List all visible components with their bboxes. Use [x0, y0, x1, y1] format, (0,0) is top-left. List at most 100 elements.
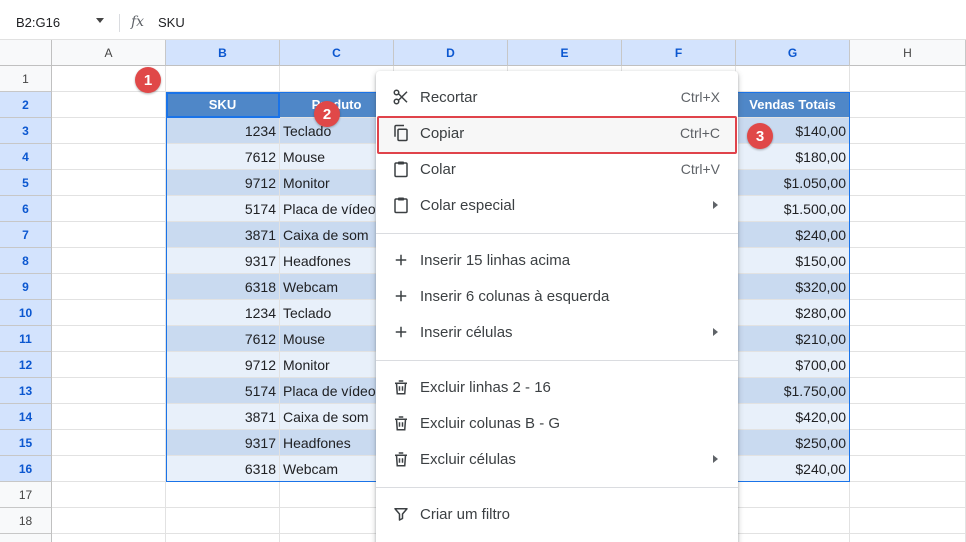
cell[interactable]: [850, 378, 966, 404]
formula-input[interactable]: SKU: [158, 15, 185, 30]
row-header-5[interactable]: 5: [0, 170, 52, 196]
vendas-cell[interactable]: $320,00: [736, 274, 850, 300]
menu-item-inserir-15-linhas-acima[interactable]: Inserir 15 linhas acima: [376, 242, 738, 278]
cell[interactable]: [52, 170, 166, 196]
cell[interactable]: [52, 248, 166, 274]
cell[interactable]: [850, 118, 966, 144]
sku-cell[interactable]: 3871: [166, 404, 280, 430]
cell[interactable]: [850, 170, 966, 196]
vendas-cell[interactable]: $700,00: [736, 352, 850, 378]
column-header-b[interactable]: B: [166, 40, 280, 66]
cell[interactable]: [850, 66, 966, 92]
table-header-vendas[interactable]: Vendas Totais: [736, 92, 850, 118]
vendas-cell[interactable]: $1.750,00: [736, 378, 850, 404]
sku-cell[interactable]: 1234: [166, 118, 280, 144]
row-header-6[interactable]: 6: [0, 196, 52, 222]
cell[interactable]: [850, 352, 966, 378]
menu-item-colar-especial[interactable]: Colar especial: [376, 187, 738, 223]
cell[interactable]: [52, 482, 166, 508]
table-header-sku[interactable]: SKU: [166, 92, 280, 118]
cell[interactable]: [850, 144, 966, 170]
vendas-cell[interactable]: $180,00: [736, 144, 850, 170]
menu-item-recortar[interactable]: Recortar Ctrl+X: [376, 79, 738, 115]
column-header-a[interactable]: A: [52, 40, 166, 66]
cell[interactable]: [52, 430, 166, 456]
cell[interactable]: [166, 66, 280, 92]
cell[interactable]: [52, 274, 166, 300]
sku-cell[interactable]: 9712: [166, 170, 280, 196]
row-header-17[interactable]: 17: [0, 482, 52, 508]
sku-cell[interactable]: 6318: [166, 274, 280, 300]
cell[interactable]: [850, 248, 966, 274]
cell[interactable]: [52, 144, 166, 170]
cell[interactable]: [52, 326, 166, 352]
sku-cell[interactable]: 7612: [166, 326, 280, 352]
row-header-16[interactable]: 16: [0, 456, 52, 482]
sku-cell[interactable]: 9712: [166, 352, 280, 378]
column-header-h[interactable]: H: [850, 40, 966, 66]
sku-cell[interactable]: 9317: [166, 248, 280, 274]
row-header-13[interactable]: 13: [0, 378, 52, 404]
sku-cell[interactable]: 7612: [166, 144, 280, 170]
cell[interactable]: [850, 456, 966, 482]
cell[interactable]: [850, 430, 966, 456]
column-header-e[interactable]: E: [508, 40, 622, 66]
sku-cell[interactable]: 3871: [166, 222, 280, 248]
column-header-f[interactable]: F: [622, 40, 736, 66]
sku-cell[interactable]: 6318: [166, 456, 280, 482]
cell[interactable]: [52, 404, 166, 430]
select-all-corner[interactable]: [0, 40, 52, 66]
menu-item-inserir-células[interactable]: Inserir células: [376, 314, 738, 350]
row-header-2[interactable]: 2: [0, 92, 52, 118]
cell[interactable]: [52, 300, 166, 326]
cell[interactable]: [736, 66, 850, 92]
cell[interactable]: [736, 482, 850, 508]
cell[interactable]: [166, 508, 280, 534]
row-header-1[interactable]: 1: [0, 66, 52, 92]
cell[interactable]: [52, 456, 166, 482]
row-header-7[interactable]: 7: [0, 222, 52, 248]
cell[interactable]: [736, 534, 850, 542]
cell[interactable]: [850, 92, 966, 118]
cell[interactable]: [166, 534, 280, 542]
menu-item-excluir-linhas-2-16[interactable]: Excluir linhas 2 - 16: [376, 369, 738, 405]
menu-item-excluir-células[interactable]: Excluir células: [376, 441, 738, 477]
row-header-10[interactable]: 10: [0, 300, 52, 326]
menu-item-inserir-6-colunas-à-esquerda[interactable]: Inserir 6 colunas à esquerda: [376, 278, 738, 314]
cell[interactable]: [52, 352, 166, 378]
cell[interactable]: [850, 482, 966, 508]
column-header-g[interactable]: G: [736, 40, 850, 66]
vendas-cell[interactable]: $280,00: [736, 300, 850, 326]
cell[interactable]: [52, 118, 166, 144]
row-header-18[interactable]: 18: [0, 508, 52, 534]
row-header-3[interactable]: 3: [0, 118, 52, 144]
cell[interactable]: [850, 508, 966, 534]
sku-cell[interactable]: 5174: [166, 196, 280, 222]
row-header-14[interactable]: 14: [0, 404, 52, 430]
cell[interactable]: [52, 378, 166, 404]
column-header-d[interactable]: D: [394, 40, 508, 66]
vendas-cell[interactable]: $240,00: [736, 456, 850, 482]
row-header-12[interactable]: 12: [0, 352, 52, 378]
cell[interactable]: [52, 222, 166, 248]
menu-item-colar[interactable]: Colar Ctrl+V: [376, 151, 738, 187]
cell[interactable]: [850, 404, 966, 430]
cell[interactable]: [850, 222, 966, 248]
cell[interactable]: [166, 482, 280, 508]
cell[interactable]: [850, 196, 966, 222]
menu-item-criar-um-filtro[interactable]: Criar um filtro: [376, 496, 738, 532]
row-header-9[interactable]: 9: [0, 274, 52, 300]
cell[interactable]: [52, 92, 166, 118]
vendas-cell[interactable]: $210,00: [736, 326, 850, 352]
row-header-15[interactable]: 15: [0, 430, 52, 456]
vendas-cell[interactable]: $1.050,00: [736, 170, 850, 196]
cell[interactable]: [850, 326, 966, 352]
vendas-cell[interactable]: $250,00: [736, 430, 850, 456]
cell[interactable]: [850, 274, 966, 300]
name-box[interactable]: B2:G16: [0, 8, 112, 36]
cell[interactable]: [52, 508, 166, 534]
cell[interactable]: [850, 534, 966, 542]
row-header-8[interactable]: 8: [0, 248, 52, 274]
menu-item-excluir-colunas-b-g[interactable]: Excluir colunas B - G: [376, 405, 738, 441]
chevron-down-icon[interactable]: [96, 18, 104, 23]
